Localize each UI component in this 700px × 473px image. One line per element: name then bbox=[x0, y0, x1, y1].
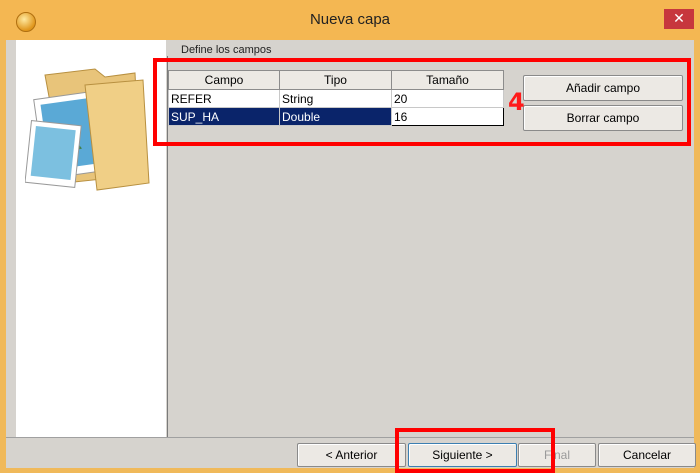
highlight-next-box bbox=[395, 428, 555, 473]
step-number-annotation: 4 bbox=[508, 88, 525, 116]
fields-section-label: Define los campos bbox=[181, 44, 272, 56]
previous-button[interactable]: < Anterior bbox=[297, 443, 406, 467]
dialog-window: Nueva capa ✕ Define los campos Campo Tip… bbox=[0, 0, 700, 473]
window-title: Nueva capa bbox=[309, 11, 391, 28]
folder-with-pictures-icon bbox=[25, 68, 150, 191]
wizard-image-panel bbox=[16, 40, 166, 437]
cancel-button[interactable]: Cancelar bbox=[598, 443, 696, 467]
highlight-fields-box bbox=[153, 58, 691, 146]
close-button[interactable]: ✕ bbox=[664, 9, 694, 29]
title-bar[interactable]: Nueva capa ✕ bbox=[0, 0, 700, 40]
